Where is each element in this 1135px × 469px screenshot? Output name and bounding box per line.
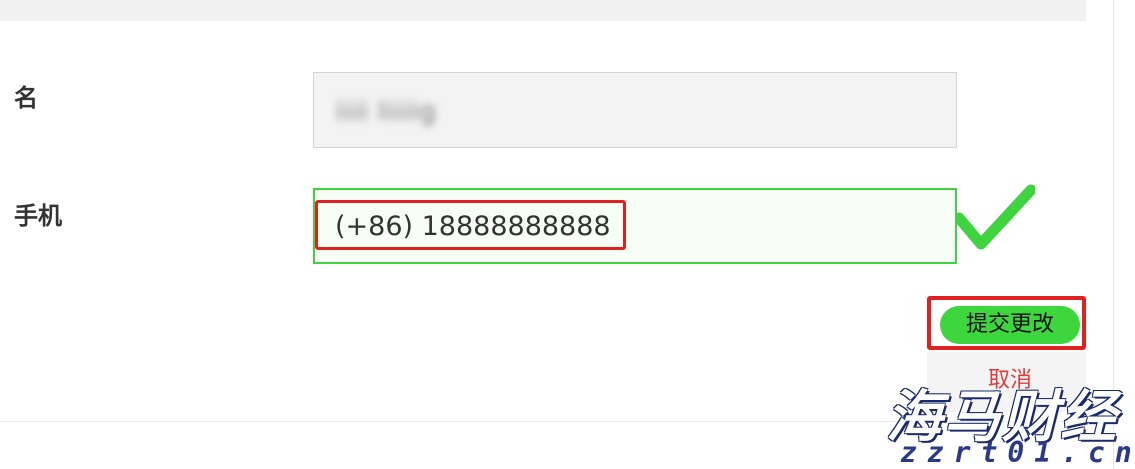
checkmark-icon [955, 184, 1035, 250]
watermark-url: zzrt01.cn [900, 436, 1135, 469]
name-label: 名 [14, 84, 38, 112]
phone-field-wrapper [313, 188, 957, 264]
submit-changes-button[interactable]: 提交更改 [940, 306, 1080, 344]
name-field[interactable]: iiii liiiig [313, 72, 957, 148]
name-value-blurred: iiii liiiig [336, 97, 437, 127]
phone-input[interactable] [315, 190, 955, 262]
phone-label: 手机 [14, 202, 62, 230]
top-bar [0, 0, 1086, 21]
